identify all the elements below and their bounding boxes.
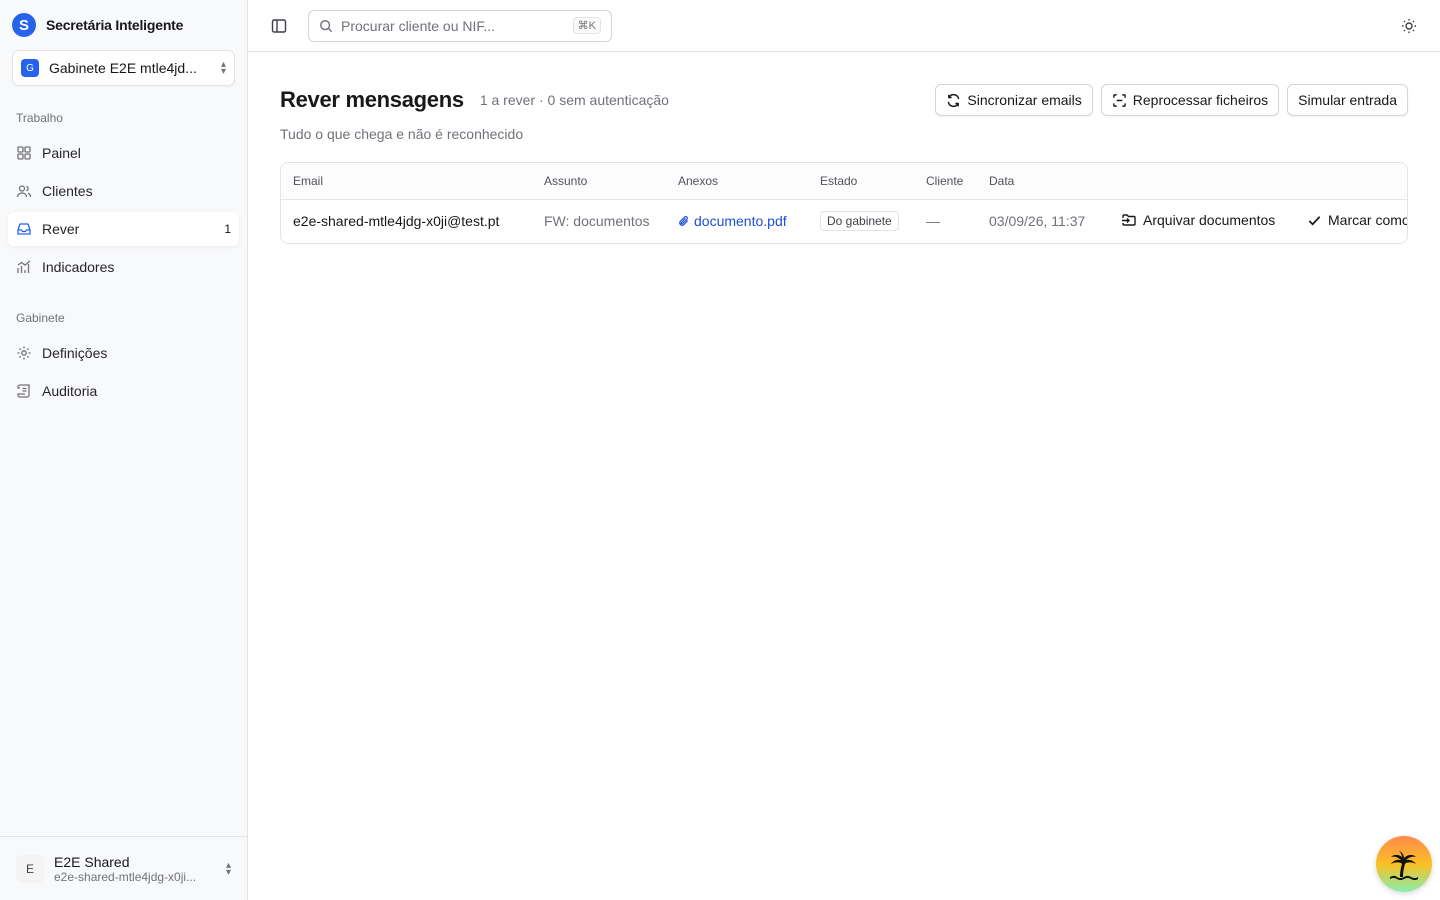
column-header-estado: Estado: [808, 163, 914, 200]
nav-group-label-trabalho: Trabalho: [16, 111, 63, 125]
user-info: E2E Shared e2e-shared-mtle4jdg-x0ji...: [54, 854, 216, 884]
column-header-assunto: Assunto: [532, 163, 666, 200]
column-header-data: Data: [977, 163, 1109, 200]
chart-icon: [17, 260, 31, 273]
user-menu[interactable]: E E2E Shared e2e-shared-mtle4jdg-x0ji...…: [0, 836, 247, 900]
check-icon: [1308, 215, 1321, 225]
sidebar-item-label: Clientes: [42, 183, 93, 199]
sidebar-item-rever[interactable]: Rever 1: [8, 212, 239, 246]
cell-status: Do gabinete: [808, 199, 914, 243]
user-email: e2e-shared-mtle4jdg-x0ji...: [54, 869, 197, 884]
sidebar-item-indicadores[interactable]: Indicadores: [8, 250, 239, 284]
brand-logo: S: [12, 13, 36, 37]
scan-icon: [1112, 93, 1126, 107]
workspace-badge: G: [21, 59, 39, 77]
cell-client: —: [926, 213, 940, 230]
column-header-cliente: Cliente: [914, 163, 977, 200]
column-header-anexos: Anexos: [666, 163, 808, 200]
gear-icon: [17, 346, 31, 360]
sidebar-item-label: Painel: [42, 145, 81, 161]
sync-emails-label: Sincronizar emails: [967, 92, 1082, 108]
column-header-actions: [1109, 163, 1295, 200]
cell-mark-action: Marcar como tratado: [1295, 199, 1408, 243]
scroll-icon: [17, 384, 30, 398]
brand: S Secretária Inteligente: [0, 0, 247, 50]
attachment-name: documento.pdf: [694, 212, 787, 229]
column-header-email: Email: [281, 163, 532, 200]
theme-toggle-icon[interactable]: [1398, 15, 1420, 37]
topbar: ⌘K: [248, 0, 1440, 52]
search-icon: [320, 19, 333, 32]
brand-name: Secretária Inteligente: [46, 17, 184, 33]
user-name: E2E Shared: [54, 853, 130, 870]
mark-handled-button[interactable]: Marcar como tratado: [1307, 212, 1408, 228]
sidebar-item-painel[interactable]: Painel: [8, 136, 239, 170]
page-subtitle: Tudo o que chega e não é reconhecido: [280, 126, 524, 142]
paperclip-icon: [679, 215, 689, 226]
search-box[interactable]: ⌘K: [308, 9, 612, 42]
page-header: Rever mensagens 1 a rever · 0 sem autent…: [280, 84, 1408, 116]
users-icon: [16, 185, 32, 198]
sync-emails-button[interactable]: Sincronizar emails: [935, 84, 1093, 116]
cell-archive-action: Arquivar documentos: [1109, 199, 1295, 243]
sidebar-item-clientes[interactable]: Clientes: [8, 174, 239, 208]
sidebar-toggle-icon[interactable]: [268, 15, 290, 37]
refresh-icon: [948, 93, 960, 107]
cell-email: e2e-shared-mtle4jdg-x0ji@test.pt: [293, 213, 500, 230]
folder-input-icon: [1122, 214, 1136, 226]
sidebar-item-label: Definições: [42, 345, 108, 361]
search-input[interactable]: [341, 17, 565, 34]
chevron-up-down-icon: ▴ ▾: [225, 859, 231, 878]
dashboard-icon: [17, 146, 31, 160]
sidebar-item-label: Auditoria: [42, 383, 98, 399]
workspace-switcher[interactable]: G Gabinete E2E mtle4jd... ▴ ▾: [12, 50, 235, 86]
workspace-name: Gabinete E2E mtle4jd...: [49, 60, 197, 76]
cell-date: 03/09/26, 11:37: [989, 213, 1086, 230]
nav-group-label-gabinete: Gabinete: [16, 311, 65, 325]
mark-handled-label: Marcar como tratado: [1328, 212, 1408, 228]
status-badge: Do gabinete: [820, 211, 899, 232]
attachment-link[interactable]: documento.pdf: [678, 213, 787, 229]
sidebar: S Secretária Inteligente G Gabinete E2E …: [0, 0, 248, 900]
page-actions: Sincronizar emails Reprocessar ficheiros…: [935, 84, 1408, 116]
reprocess-files-label: Reprocessar ficheiros: [1132, 92, 1269, 108]
page-title: Rever mensagens: [280, 87, 464, 112]
sidebar-item-definicoes[interactable]: Definições: [8, 336, 239, 370]
palm-tree-icon[interactable]: [1376, 836, 1432, 892]
simulate-entry-button[interactable]: Simular entrada: [1287, 84, 1408, 116]
table-row[interactable]: e2e-shared-mtle4jdg-x0ji@test.pt FW: doc…: [281, 199, 1408, 243]
sidebar-item-label: Rever: [42, 221, 80, 237]
avatar: E: [16, 854, 44, 883]
page-content: Rever mensagens 1 a rever · 0 sem autent…: [248, 52, 1440, 276]
page-meta: 1 a rever · 0 sem autenticação: [479, 92, 669, 108]
inbox-icon: [17, 223, 31, 235]
column-header-actions-2: [1295, 163, 1407, 200]
sidebar-item-label: Indicadores: [42, 259, 115, 275]
messages-table: Email Assunto Anexos Estado Cliente Data: [280, 162, 1408, 244]
sidebar-item-count: 1: [224, 222, 231, 236]
sidebar-item-auditoria[interactable]: Auditoria: [8, 374, 239, 408]
search-shortcut: ⌘K: [572, 17, 601, 34]
cell-subject: FW: documentos: [544, 213, 650, 230]
archive-documents-label: Arquivar documentos: [1143, 211, 1276, 228]
chevron-up-down-icon: ▴ ▾: [220, 59, 226, 77]
main-area: ⌘K Rever mensagens 1 a rever · 0 sem aut…: [248, 0, 1440, 900]
reprocess-files-button[interactable]: Reprocessar ficheiros: [1100, 84, 1280, 116]
table-header-row: Email Assunto Anexos Estado Cliente Data: [281, 163, 1407, 200]
cell-attachment: documento.pdf: [666, 199, 808, 243]
archive-documents-button[interactable]: Arquivar documentos: [1121, 212, 1275, 228]
